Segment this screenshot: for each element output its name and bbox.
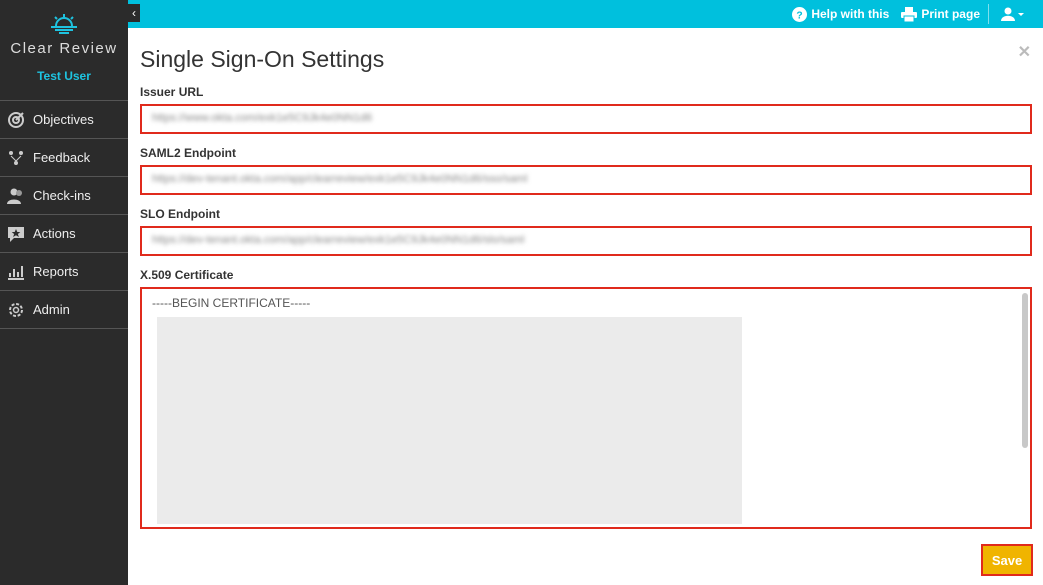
printer-icon [901,6,918,22]
question-circle-icon: ? [792,6,808,22]
saml2-endpoint-value: https://dev-tenant.okta.com/app/clearrev… [152,173,528,185]
redaction-box [157,317,742,524]
issuer-url-input[interactable]: https://www.okta.com/exk1e5C9Jk4e0NN1d6 [140,104,1032,134]
user-name[interactable]: Test User [0,69,128,83]
save-button[interactable]: Save [981,544,1033,576]
svg-text:?: ? [797,10,803,21]
slo-endpoint-input[interactable]: https://dev-tenant.okta.com/app/clearrev… [140,226,1032,256]
help-label: Help with this [811,7,890,21]
sidebar-item-objectives[interactable]: Objectives [0,101,128,139]
issuer-url-value: https://www.okta.com/exk1e5C9Jk4e0NN1d6 [152,112,373,124]
sunrise-icon [51,14,77,34]
target-icon [8,111,24,128]
print-link[interactable]: Print page [901,6,980,22]
certificate-textarea[interactable]: -----BEGIN CERTIFICATE----- [140,287,1032,529]
sidebar-item-label: Admin [33,302,70,317]
user-dropdown-icon [1001,7,1024,21]
sidebar-item-label: Check-ins [33,188,91,203]
page-title: Single Sign-On Settings [140,46,385,72]
print-label: Print page [921,7,980,21]
brand-name: Clear Review [10,40,118,57]
slo-endpoint-value: https://dev-tenant.okta.com/app/clearrev… [152,234,525,246]
sidebar-item-label: Feedback [33,150,91,165]
gear-icon [9,302,23,317]
sso-settings-panel: Single Sign-On Settings ✕ Issuer URL htt… [140,28,1033,576]
sidebar: Clear Review Test User Objectives Feedba… [0,0,128,585]
close-icon[interactable]: ✕ [1018,42,1031,62]
issuer-url-label: Issuer URL [140,85,204,99]
logo: Clear Review Test User [0,0,128,101]
saml2-endpoint-label: SAML2 Endpoint [140,146,236,160]
sidebar-item-check-ins[interactable]: Check-ins [0,177,128,215]
divider [988,4,989,24]
sidebar-item-reports[interactable]: Reports [0,253,128,291]
sidebar-item-label: Objectives [33,112,94,127]
bar-chart-icon [8,265,24,280]
sidebar-item-label: Reports [33,264,79,279]
top-bar: ? Help with this Print page [128,0,1043,28]
user-menu[interactable] [1001,7,1029,21]
users-icon [7,188,22,204]
help-link[interactable]: ? Help with this [792,6,890,22]
star-chat-icon [8,226,24,242]
certificate-first-line: -----BEGIN CERTIFICATE----- [152,296,311,310]
saml2-endpoint-input[interactable]: https://dev-tenant.okta.com/app/clearrev… [140,165,1032,195]
sidebar-item-admin[interactable]: Admin [0,291,128,329]
sidebar-item-actions[interactable]: Actions [0,215,128,253]
collapse-sidebar-button[interactable]: ‹ [128,4,140,22]
sidebar-item-label: Actions [33,226,76,241]
sidebar-item-feedback[interactable]: Feedback [0,139,128,177]
feedback-icon [9,150,23,165]
scrollbar[interactable] [1022,293,1028,448]
certificate-label: X.509 Certificate [140,268,234,282]
slo-endpoint-label: SLO Endpoint [140,207,220,221]
